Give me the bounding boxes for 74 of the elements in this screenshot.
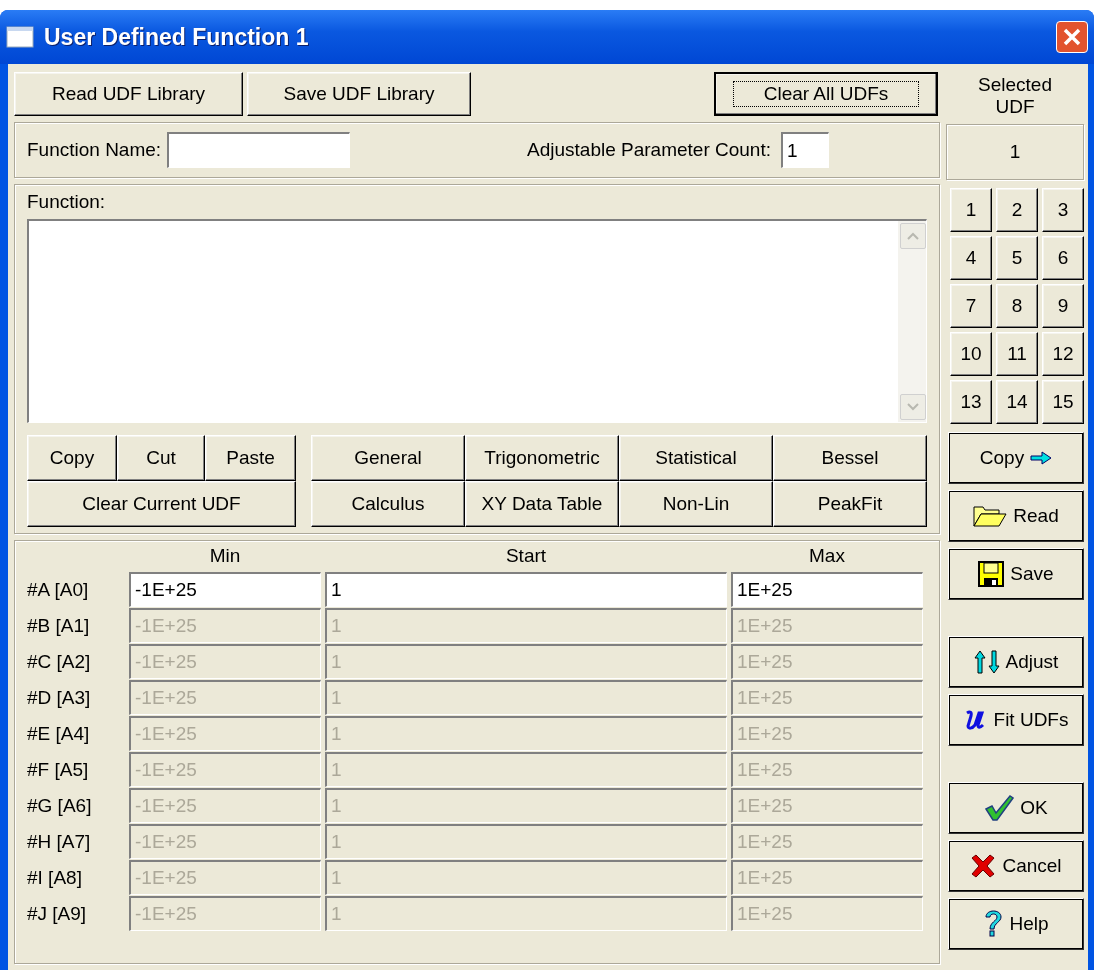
udf-slot-button[interactable]: 1 — [950, 188, 992, 232]
column-header: Max — [808, 545, 846, 568]
window-icon — [6, 26, 34, 48]
edit-button[interactable]: Clear Current UDF — [27, 481, 296, 527]
parameter-label: #B [A1] — [27, 614, 91, 637]
column-header: Min — [208, 545, 242, 568]
parameter-label: #G [A6] — [27, 794, 93, 817]
selected-udf-label: Selected UDF — [977, 73, 1053, 119]
scroll-up-icon[interactable] — [900, 223, 926, 249]
parameter-label: #C [A2] — [27, 650, 92, 673]
udf-slot-button[interactable]: 7 — [950, 284, 992, 328]
side-button[interactable]: Copy — [948, 432, 1084, 484]
max-field[interactable]: 1E+25 — [731, 572, 923, 607]
category-button[interactable]: PeakFit — [773, 481, 927, 527]
udf-slot-button[interactable]: 4 — [950, 236, 992, 280]
parameter-count-field[interactable]: 1 — [781, 132, 829, 168]
parameter-label: #E [A4] — [27, 722, 91, 745]
udf-slot-button[interactable]: 9 — [1042, 284, 1084, 328]
side-button[interactable]: OK — [948, 782, 1084, 834]
edit-button[interactable]: Copy — [27, 435, 117, 481]
udf-slot-button[interactable]: 8 — [996, 284, 1038, 328]
field-label: Function Name: — [27, 139, 162, 161]
category-button[interactable]: Calculus — [311, 481, 465, 527]
parameter-label: #I [A8] — [27, 866, 83, 889]
udf-slot-button[interactable]: 2 — [996, 188, 1038, 232]
side-button[interactable]: Cancel — [948, 840, 1084, 892]
udf-slot-button[interactable]: 5 — [996, 236, 1038, 280]
field-label: Adjustable Parameter Count: — [527, 139, 771, 161]
udf-slot-button[interactable]: 15 — [1042, 380, 1084, 424]
udf-slot-button[interactable]: 13 — [950, 380, 992, 424]
udf-slot-button[interactable]: 10 — [950, 332, 992, 376]
parameter-label: #J [A9] — [27, 902, 88, 925]
field-label: Function: — [27, 191, 107, 213]
check-icon — [984, 795, 1015, 821]
category-button[interactable]: General — [311, 435, 465, 481]
start-field[interactable]: 1 — [325, 572, 727, 607]
udf-slot-button[interactable]: 11 — [996, 332, 1038, 376]
column-header: Start — [504, 545, 548, 568]
scrollbar[interactable] — [898, 221, 926, 422]
arrow-icon — [1030, 451, 1053, 465]
folder-icon — [973, 504, 1008, 528]
side-button[interactable]: Adjust — [948, 636, 1084, 688]
question-icon — [983, 910, 1004, 938]
cross-icon — [970, 853, 997, 879]
category-button[interactable]: Non-Lin — [619, 481, 773, 527]
library-button[interactable]: Read UDF Library — [14, 72, 243, 116]
function-name-field[interactable] — [167, 132, 351, 168]
parameter-label: #A [A0] — [27, 578, 90, 601]
parameter-label: #D [A3] — [27, 686, 92, 709]
edit-button[interactable]: Paste — [205, 435, 296, 481]
udf-slot-button[interactable]: 14 — [996, 380, 1038, 424]
category-button[interactable]: Trigonometric — [465, 435, 619, 481]
up-down-arrows-icon — [973, 650, 1000, 674]
parameter-label: #H [A7] — [27, 830, 92, 853]
selected-udf-value: 1 — [946, 124, 1084, 180]
parameter-label: #F [A5] — [27, 758, 90, 781]
library-button[interactable]: Clear All UDFs — [714, 72, 938, 116]
side-button[interactable]: Read — [948, 490, 1084, 542]
close-icon[interactable] — [1056, 21, 1088, 53]
window-title: User Defined Function 1 — [44, 23, 310, 51]
edit-button[interactable]: Cut — [117, 435, 205, 481]
category-button[interactable]: Bessel — [773, 435, 927, 481]
side-button[interactable]: Save — [948, 548, 1084, 600]
scroll-down-icon[interactable] — [900, 394, 926, 420]
udf-slot-button[interactable]: 3 — [1042, 188, 1084, 232]
function-text-area[interactable] — [27, 219, 927, 423]
udf-slot-button[interactable]: 12 — [1042, 332, 1084, 376]
category-button[interactable]: Statistical — [619, 435, 773, 481]
side-button[interactable]: Help — [948, 898, 1084, 950]
library-button[interactable]: Save UDF Library — [247, 72, 471, 116]
min-field[interactable]: -1E+25 — [129, 572, 321, 607]
category-button[interactable]: XY Data Table — [465, 481, 619, 527]
side-button[interactable]: Fit UDFs — [948, 694, 1084, 746]
udf-slot-button[interactable]: 6 — [1042, 236, 1084, 280]
